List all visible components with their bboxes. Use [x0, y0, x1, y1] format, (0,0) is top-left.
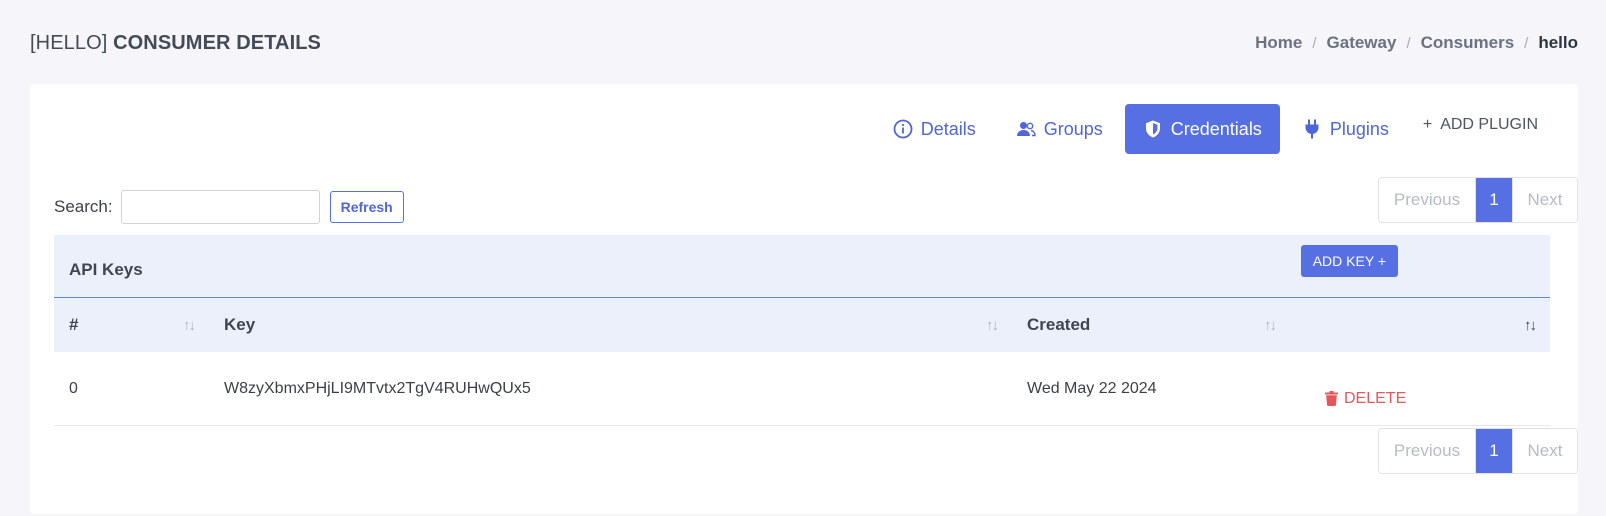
cell-key: W8zyXbmxPHjLI9MTvtx2TgV4RUHwQUx5 [224, 379, 531, 397]
column-header-label: Key [224, 315, 256, 334]
breadcrumb-home[interactable]: Home [1255, 33, 1302, 53]
breadcrumb-current: hello [1538, 33, 1578, 52]
sort-icon: ↑↓ [1264, 316, 1277, 334]
breadcrumb-separator: / [1312, 34, 1317, 52]
refresh-button[interactable]: Refresh [329, 191, 404, 223]
search-input[interactable] [120, 190, 320, 224]
pagination-bottom-wrapper: Previous 1 Next [1378, 428, 1578, 474]
tab-plugins-label: Plugins [1329, 118, 1389, 139]
page-title-text: CONSUMER DETAILS [113, 31, 321, 54]
column-header-created[interactable]: Created ↑↓ [1012, 298, 1290, 352]
add-key-button[interactable]: ADD KEY + [1300, 245, 1398, 277]
add-plugin-label: ADD PLUGIN [1440, 116, 1538, 133]
tab-plugins[interactable]: Plugins [1284, 104, 1407, 154]
table-caption-title: API Keys [69, 260, 143, 279]
tab-credentials[interactable]: Credentials [1124, 104, 1280, 154]
column-header-index[interactable]: # ↑↓ [54, 298, 209, 352]
sort-icon: ↑↓ [986, 316, 999, 334]
plug-icon [1305, 119, 1319, 139]
tab-groups-label: Groups [1043, 118, 1103, 139]
column-header-actions[interactable]: ↑↓ [1290, 298, 1550, 352]
breadcrumb: Home / Gateway / Consumers / hello [1255, 33, 1578, 53]
column-header-label: Created [1027, 315, 1091, 334]
cell-created: Wed May 22 2024 [1027, 379, 1157, 397]
tab-groups[interactable]: Groups [998, 104, 1121, 154]
cell-index: 0 [69, 379, 78, 397]
search-row: Search: Refresh [54, 190, 404, 224]
table-row: 0 W8zyXbmxPHjLI9MTvtx2TgV4RUHwQUx5 Wed M… [54, 352, 1550, 426]
add-plugin-button[interactable]: + ADD PLUGIN [1411, 100, 1550, 150]
table-caption: API Keys ADD KEY + [54, 235, 1550, 298]
page-title-consumer: [HELLO] [30, 31, 108, 54]
trash-icon [1325, 391, 1338, 406]
pagination-top: Previous 1 Next [1378, 177, 1578, 223]
pagination-bottom: Previous 1 Next [1378, 428, 1578, 474]
cell-actions: DELETE [1290, 370, 1550, 408]
breadcrumb-separator: / [1406, 34, 1411, 52]
tab-bar: Details Groups Credentials Plugins + ADD… [875, 104, 1550, 154]
consumer-card: Details Groups Credentials Plugins + ADD… [30, 84, 1578, 514]
users-icon [1016, 122, 1036, 137]
tab-credentials-label: Credentials [1170, 118, 1262, 139]
pagination-page-button[interactable]: 1 [1476, 178, 1512, 222]
delete-label: DELETE [1344, 389, 1407, 407]
search-label: Search: [54, 197, 113, 216]
sort-desc-icon: ↑↓ [1524, 316, 1537, 334]
tab-details[interactable]: Details [875, 104, 994, 154]
add-key-label: ADD KEY [1312, 253, 1374, 269]
plus-icon: + [1377, 253, 1386, 269]
page-title: [HELLO] CONSUMER DETAILS [30, 32, 321, 55]
tab-details-label: Details [920, 118, 976, 139]
api-keys-table: API Keys ADD KEY + # ↑↓ Key ↑↓ Created ↑↓ ↑… [54, 235, 1550, 426]
pagination-previous-button[interactable]: Previous [1379, 178, 1476, 222]
sort-icon: ↑↓ [183, 316, 196, 334]
page-header: [HELLO] CONSUMER DETAILS Home / Gateway … [30, 28, 1578, 58]
delete-button[interactable]: DELETE [1325, 390, 1535, 408]
pagination-next-button[interactable]: Next [1512, 429, 1577, 473]
pagination-page-button[interactable]: 1 [1476, 429, 1512, 473]
pagination-top-wrapper: Previous 1 Next [1378, 177, 1578, 223]
pagination-next-button[interactable]: Next [1512, 178, 1577, 222]
info-circle-icon [893, 119, 913, 139]
table-header: # ↑↓ Key ↑↓ Created ↑↓ ↑↓ [54, 298, 1550, 352]
plus-icon: + [1422, 116, 1433, 133]
shield-icon [1145, 120, 1160, 138]
column-header-key[interactable]: Key ↑↓ [209, 298, 1012, 352]
breadcrumb-separator: / [1524, 34, 1529, 52]
pagination-previous-button[interactable]: Previous [1379, 429, 1476, 473]
breadcrumb-consumers[interactable]: Consumers [1421, 33, 1515, 53]
column-header-label: # [69, 315, 79, 334]
breadcrumb-gateway[interactable]: Gateway [1327, 33, 1397, 53]
